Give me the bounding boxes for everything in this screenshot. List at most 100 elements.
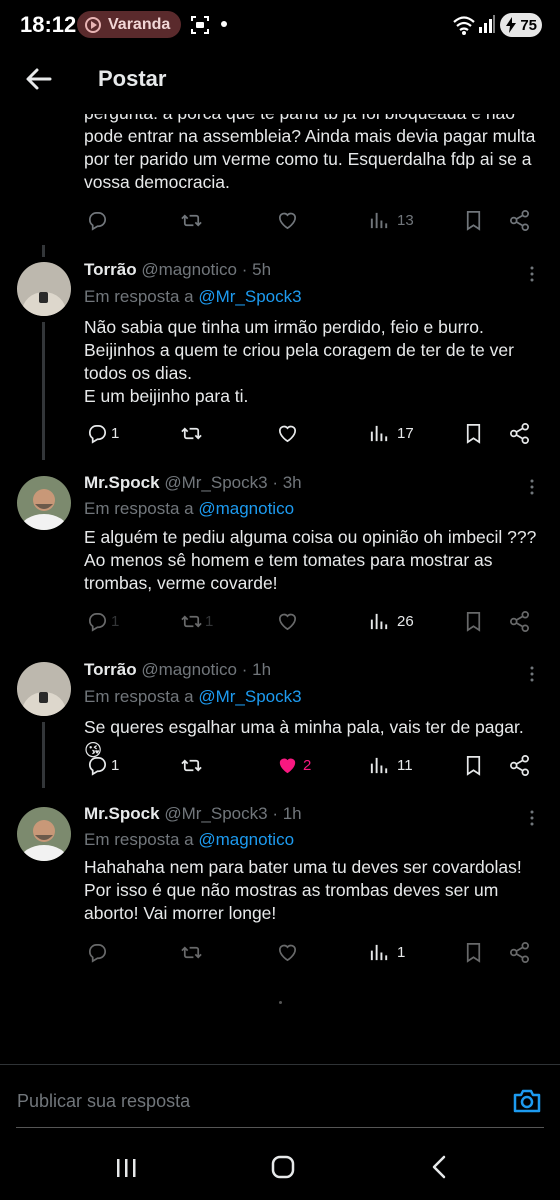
views-button[interactable]: 11 (368, 750, 413, 780)
top-bar: Postar (0, 52, 560, 114)
author-name[interactable]: Mr.Spock (84, 804, 160, 823)
author-handle[interactable]: @magnotico (141, 660, 237, 679)
reply-prefix: Em resposta a (84, 830, 194, 849)
views-button[interactable]: 13 (368, 205, 414, 235)
like-button[interactable] (276, 937, 299, 967)
reply-button[interactable] (86, 205, 109, 235)
repost-button[interactable] (180, 937, 203, 967)
reply-button[interactable]: 1 (86, 418, 119, 448)
media-pill[interactable]: Varanda (77, 11, 181, 38)
home-icon[interactable] (271, 1155, 295, 1179)
like-button[interactable]: 2 (276, 750, 311, 780)
tweet-actions: 1 1 26 (0, 606, 560, 636)
repost-icon (181, 213, 202, 227)
views-count: 26 (397, 612, 414, 630)
repost-button[interactable] (180, 418, 203, 448)
bookmark-button[interactable] (462, 205, 485, 235)
repost-icon (181, 426, 202, 440)
views-icon (370, 944, 388, 960)
avatar[interactable] (17, 262, 71, 316)
views-icon (370, 212, 388, 228)
heart-filled-icon (279, 758, 296, 773)
reply-to-handle[interactable]: @Mr_Spock3 (198, 287, 301, 306)
share-icon (510, 209, 529, 231)
heart-icon (278, 613, 297, 630)
views-button[interactable]: 1 (368, 937, 405, 967)
views-icon (370, 757, 388, 773)
avatar[interactable] (17, 662, 71, 716)
share-button[interactable] (508, 606, 531, 636)
author-name[interactable]: Mr.Spock (84, 473, 160, 492)
reply-button[interactable]: 1 (86, 606, 119, 636)
heart-icon (278, 944, 297, 961)
views-button[interactable]: 17 (368, 418, 414, 448)
battery-level: 75 (520, 16, 537, 34)
share-button[interactable] (508, 205, 531, 235)
play-icon (85, 16, 101, 33)
camera-icon[interactable] (512, 1087, 542, 1115)
tweet-text: E alguém te pediu alguma coisa ou opiniã… (84, 526, 544, 595)
charging-icon (506, 17, 516, 33)
like-button[interactable] (276, 606, 299, 636)
repost-button[interactable]: 1 (180, 606, 213, 636)
share-icon (510, 422, 529, 444)
system-nav-bar (0, 1140, 560, 1200)
tweet-text-line: Hahahaha nem para bater uma tu deves ser… (84, 857, 522, 923)
more-icon[interactable] (524, 666, 540, 682)
bookmark-icon (466, 755, 481, 776)
avatar[interactable] (17, 807, 71, 861)
back-arrow-icon[interactable] (24, 64, 54, 94)
share-button[interactable] (508, 937, 531, 967)
views-count: 11 (397, 756, 413, 774)
reply-button[interactable] (86, 937, 109, 967)
reply-to-handle[interactable]: @magnotico (198, 499, 294, 518)
status-bar: 18:12 Varanda 75 (0, 0, 560, 52)
reply-prefix: Em resposta a (84, 499, 194, 518)
tweet-time[interactable]: · 5h (242, 260, 271, 279)
reply-to-handle[interactable]: @magnotico (198, 830, 294, 849)
share-button[interactable] (508, 418, 531, 448)
more-icon[interactable] (524, 810, 540, 826)
like-button[interactable] (276, 205, 299, 235)
more-icon[interactable] (524, 479, 540, 495)
recent-apps-icon[interactable] (114, 1157, 138, 1179)
more-icon[interactable] (524, 266, 540, 282)
reply-button[interactable]: 1 (86, 750, 119, 780)
nav-back-icon[interactable] (428, 1155, 450, 1179)
reply-count: 1 (111, 612, 120, 630)
tweet-time[interactable]: · 3h (272, 473, 301, 492)
tweet-header: Torrão @magnotico · 1h (84, 660, 271, 680)
tweet-time[interactable]: · 1h (272, 804, 301, 823)
bookmark-button[interactable] (462, 606, 485, 636)
author-name[interactable]: Torrão (84, 260, 137, 279)
bookmark-button[interactable] (462, 937, 485, 967)
tweet-text: Não sabia que tinha um irmão perdido, fe… (84, 316, 544, 408)
bookmark-button[interactable] (462, 418, 485, 448)
views-icon (370, 613, 388, 629)
tweet-time[interactable]: · 1h (242, 660, 271, 679)
signal-icon (479, 15, 495, 33)
notification-dot (221, 21, 227, 27)
reply-context: Em resposta a @Mr_Spock3 (84, 687, 302, 707)
bookmark-icon (466, 942, 481, 963)
repost-button[interactable] (180, 205, 203, 235)
bookmark-button[interactable] (462, 750, 485, 780)
reply-to-handle[interactable]: @Mr_Spock3 (198, 687, 301, 706)
author-handle[interactable]: @magnotico (141, 260, 237, 279)
share-icon (510, 610, 529, 632)
author-name[interactable]: Torrão (84, 660, 137, 679)
battery-indicator: 75 (500, 13, 542, 37)
repost-button[interactable] (180, 750, 203, 780)
views-button[interactable]: 26 (368, 606, 414, 636)
author-handle[interactable]: @Mr_Spock3 (164, 804, 267, 823)
clipped-tweet-actions: 13 (0, 205, 560, 235)
author-handle[interactable]: @Mr_Spock3 (164, 473, 267, 492)
views-count: 17 (397, 424, 414, 442)
reply-input[interactable]: Publicar sua resposta (17, 1091, 190, 1112)
loading-indicator (279, 1001, 282, 1004)
like-button[interactable] (276, 418, 299, 448)
avatar[interactable] (17, 476, 71, 530)
share-button[interactable] (508, 750, 531, 780)
reply-composer: Publicar sua resposta (0, 1064, 560, 1140)
reply-icon (88, 211, 107, 231)
